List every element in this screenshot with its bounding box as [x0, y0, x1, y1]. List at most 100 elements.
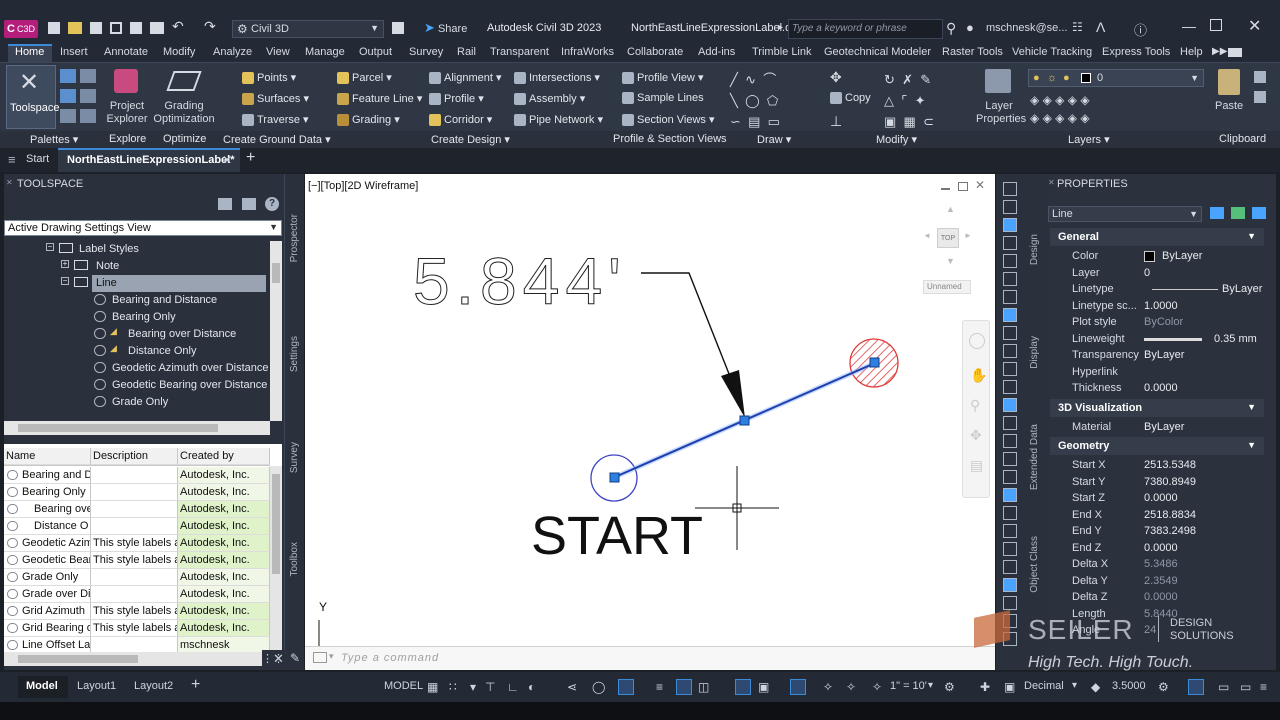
- save-icon[interactable]: [90, 22, 102, 34]
- column-header-description[interactable]: Description: [91, 448, 178, 465]
- tab-toolbox[interactable]: Toolbox: [289, 542, 300, 576]
- tree-item-line[interactable]: − Line: [4, 275, 266, 292]
- property-row[interactable]: Delta X 5.3486: [1050, 556, 1264, 573]
- table-hscroll-thumb[interactable]: [18, 655, 138, 663]
- column-header-name[interactable]: Name: [4, 448, 91, 465]
- property-row[interactable]: Start Y 7380.8949: [1050, 474, 1264, 491]
- alignment-menu[interactable]: Alignment ▾: [429, 71, 502, 85]
- spline-icon[interactable]: ∽: [730, 114, 741, 129]
- palette-grip-icon[interactable]: ✕: [6, 178, 13, 187]
- auto-scale-icon[interactable]: ✧: [846, 680, 856, 694]
- clean-screen-icon[interactable]: ▭: [1218, 680, 1229, 694]
- ortho-icon[interactable]: ∟: [507, 680, 519, 694]
- feature-line-menu[interactable]: Feature Line ▾: [337, 92, 422, 106]
- share-button[interactable]: ➤ Share: [424, 20, 467, 36]
- design-center-icon[interactable]: [80, 89, 96, 103]
- toolspace-button[interactable]: ✕ Toolspace: [6, 65, 60, 129]
- copy-clip-icon[interactable]: [1254, 91, 1266, 103]
- property-row[interactable]: Transparency ByLayer: [1050, 347, 1264, 364]
- property-row[interactable]: Hyperlink: [1050, 364, 1264, 381]
- region-icon[interactable]: [1003, 506, 1017, 520]
- maximize-icon[interactable]: [1210, 19, 1222, 31]
- measure2-icon[interactable]: [1003, 596, 1017, 610]
- grid-icon[interactable]: ▦: [427, 680, 438, 694]
- tab-survey[interactable]: Survey: [289, 442, 300, 473]
- layer-tool-3-icon[interactable]: ◈: [1055, 93, 1064, 107]
- tab-insert[interactable]: Insert: [60, 46, 88, 58]
- tab-help[interactable]: Help: [1180, 46, 1203, 58]
- tool-palette-icon[interactable]: [60, 89, 76, 103]
- tree-item-style[interactable]: Geodetic Bearing over Distance: [4, 377, 267, 394]
- workspace-select[interactable]: ⚙ Civil 3D ▼: [232, 20, 384, 38]
- revision-icon[interactable]: [1003, 542, 1017, 556]
- table-row[interactable]: Distance O Autodesk, Inc.: [4, 518, 270, 535]
- stretch-icon[interactable]: ⊥: [830, 113, 842, 130]
- tab-geotechnical-modeler[interactable]: Geotechnical Modeler: [824, 46, 931, 58]
- drawing-canvas[interactable]: 5.844' START Y ×: [305, 174, 995, 670]
- toggle-pickadd-icon[interactable]: [1210, 207, 1224, 219]
- more-tabs-icon[interactable]: ▶▶: [1212, 46, 1227, 57]
- annotation-monitor-icon[interactable]: ✧: [872, 680, 882, 694]
- array-icon[interactable]: ▦: [904, 114, 916, 129]
- offset-icon[interactable]: ⊂: [923, 114, 934, 129]
- table-row[interactable]: Grid Azimuth This style labels a Autodesk,…: [4, 603, 270, 620]
- viewcube-face[interactable]: TOP: [937, 228, 959, 248]
- area-icon[interactable]: [1003, 200, 1017, 214]
- table-row[interactable]: Grade over Dis Autodesk, Inc.: [4, 586, 270, 603]
- collapse-icon[interactable]: −: [61, 277, 69, 285]
- units-select[interactable]: Decimal: [1024, 680, 1064, 692]
- sheet-set-icon[interactable]: [60, 109, 76, 123]
- infer-icon[interactable]: ⊤: [485, 680, 495, 694]
- property-row[interactable]: End X 2518.8834: [1050, 507, 1264, 524]
- search-icon[interactable]: ⚲: [946, 20, 956, 37]
- mesh-icon[interactable]: [1003, 308, 1017, 322]
- table-row[interactable]: Geodetic Bear This style labels a Autodesk…: [4, 552, 270, 569]
- table-row[interactable]: Geodetic Azim This style labels a Autodesk…: [4, 535, 270, 552]
- tab-annotate[interactable]: Annotate: [104, 46, 148, 58]
- explode-icon[interactable]: ✦: [915, 93, 926, 108]
- tab-model[interactable]: Model: [26, 680, 58, 692]
- quick-properties-icon[interactable]: [1188, 679, 1204, 695]
- property-row[interactable]: End Y 7383.2498: [1050, 523, 1264, 540]
- markup-icon[interactable]: [80, 109, 96, 123]
- navigation-bar[interactable]: ✋ ⚲ ✥ ▤: [962, 320, 990, 498]
- gradient-icon[interactable]: [1003, 488, 1017, 502]
- customize-command-icon[interactable]: ✎: [290, 651, 300, 665]
- property-row[interactable]: Linetype ByLayer: [1050, 281, 1264, 298]
- table-row[interactable]: Bearing Only Autodesk, Inc.: [4, 484, 270, 501]
- close-tab-icon[interactable]: ✕: [222, 153, 232, 167]
- cut-icon[interactable]: [1254, 71, 1266, 83]
- tab-view[interactable]: View: [266, 46, 290, 58]
- chevron-down-icon[interactable]: ▾: [1072, 680, 1077, 691]
- table-row[interactable]: Grade Only Autodesk, Inc.: [4, 569, 270, 586]
- tab-analyze[interactable]: Analyze: [213, 46, 252, 58]
- layer-tool-7-icon[interactable]: ◈: [1043, 111, 1052, 125]
- paste-button[interactable]: Paste: [1210, 67, 1250, 129]
- profile-view-menu[interactable]: Profile View ▾: [622, 71, 703, 85]
- elevation-icon[interactable]: ◆: [1091, 680, 1100, 694]
- tree-hscrollbar[interactable]: [4, 421, 270, 435]
- 3d-visualization-section-header[interactable]: 3D Visualization ▼: [1050, 398, 1264, 417]
- polyline-select-icon[interactable]: [1003, 218, 1017, 232]
- chevron-down-icon[interactable]: ▾: [329, 651, 334, 662]
- tree-item-note[interactable]: + Note: [4, 258, 266, 275]
- cart-icon[interactable]: ☷: [1072, 20, 1083, 34]
- new-icon[interactable]: [48, 22, 60, 34]
- user-name[interactable]: mschnesk@se...: [986, 22, 1067, 34]
- property-row[interactable]: Thickness 0.0000: [1050, 380, 1264, 397]
- tree-item-style[interactable]: Bearing Only: [4, 309, 266, 326]
- tab-raster-tools[interactable]: Raster Tools: [942, 46, 1003, 58]
- tab-layout1[interactable]: Layout1: [77, 680, 116, 692]
- select-objects-icon[interactable]: [1231, 207, 1245, 219]
- tree-item-style[interactable]: Bearing and Distance: [4, 292, 266, 309]
- column-header-created-by[interactable]: Created by: [178, 448, 270, 465]
- tab-express-tools[interactable]: Express Tools: [1102, 46, 1170, 58]
- hatch-icon[interactable]: ▤: [748, 114, 760, 129]
- layer-tool-4-icon[interactable]: ◈: [1068, 93, 1077, 107]
- rotate3d-icon[interactable]: [1003, 290, 1017, 304]
- autodesk-a-icon[interactable]: Λ: [1096, 19, 1105, 35]
- property-row[interactable]: Plot style ByColor: [1050, 314, 1264, 331]
- workspace-gear-icon[interactable]: ⚙: [944, 680, 955, 694]
- layer-select[interactable]: ● ☼ ● 0 ▼: [1028, 69, 1204, 87]
- property-row[interactable]: Delta Y 2.3549: [1050, 573, 1264, 590]
